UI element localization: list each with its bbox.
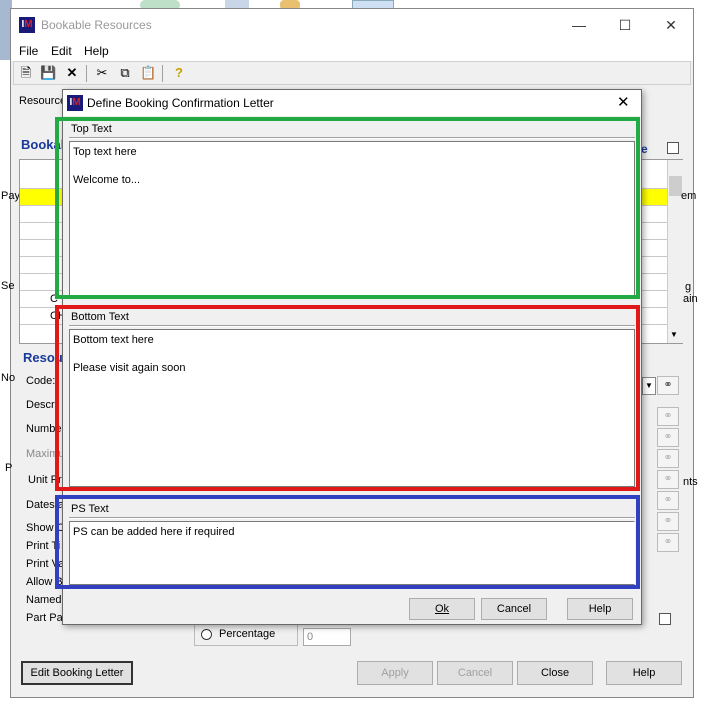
delete-icon[interactable]: ✕ [64, 65, 80, 81]
menu-edit[interactable]: Edit [51, 44, 72, 58]
lookup-glasses-icon[interactable]: ⚭ [657, 449, 679, 468]
right-label: g [685, 281, 692, 293]
bottom-text-header: Bottom Text [71, 311, 129, 323]
dialog-title-bar: IM Define Booking Confirmation Letter ✕ [63, 90, 641, 116]
cut-icon[interactable]: ✂ [94, 65, 110, 81]
top-text-header: Top Text [71, 123, 112, 135]
section-divider [69, 325, 635, 327]
bottom-text-area[interactable]: Bottom text here Please visit again soon [69, 329, 635, 487]
bookable-header: Bookal [21, 137, 65, 152]
menu-help[interactable]: Help [84, 44, 109, 58]
define-booking-letter-dialog: IM Define Booking Confirmation Letter ✕ … [62, 89, 642, 625]
right-label: ain [683, 293, 698, 305]
lookup-glasses-icon[interactable]: ⚭ [657, 512, 679, 531]
radio-circle[interactable] [201, 629, 212, 640]
lookup-glasses-icon[interactable]: ⚭ [657, 376, 679, 395]
left-label: Se [1, 280, 15, 292]
right-label: em [681, 190, 697, 202]
option-checkbox[interactable] [659, 613, 671, 625]
apply-button[interactable]: Apply [357, 661, 433, 685]
percentage-radio[interactable]: Percentage [194, 622, 298, 646]
code-dropdown-arrow[interactable]: ▼ [642, 377, 656, 395]
percentage-label: Percentage [219, 628, 276, 640]
menu-bar: File Edit Help [11, 41, 693, 61]
field-label: Number [26, 423, 66, 435]
toolbar-separator [86, 65, 87, 82]
copy-icon[interactable]: ⧉ [117, 65, 133, 81]
edit-booking-letter-button[interactable]: Edit Booking Letter [21, 661, 133, 685]
app-logo-icon: IM [19, 17, 35, 33]
right-label: e [641, 142, 648, 156]
close-icon[interactable]: ✕ [661, 15, 681, 35]
menu-file[interactable]: File [19, 44, 38, 58]
left-label: P [5, 462, 13, 474]
section-divider [69, 137, 635, 139]
ps-text-area[interactable]: PS can be added here if required [69, 521, 635, 585]
resource-label: Resource [19, 95, 67, 107]
new-file-icon[interactable]: 🗎 [18, 65, 34, 81]
field-label: Print Ti [26, 540, 61, 552]
toolbar-separator [162, 65, 163, 82]
toolbar: 🗎 💾 ✕ ✂ ⧉ 📋 ? [13, 61, 691, 85]
left-label: No [1, 372, 16, 384]
grid-cell: C [50, 293, 58, 305]
minimize-icon[interactable]: — [569, 15, 589, 35]
field-label: Unit Pri [28, 474, 65, 486]
field-label: Print Va [26, 558, 65, 570]
field-label: Show C [26, 522, 65, 534]
help-button[interactable]: Help [606, 661, 682, 685]
dialog-title: Define Booking Confirmation Letter [87, 96, 274, 110]
field-label: Dates a [26, 499, 64, 511]
lookup-glasses-icon[interactable]: ⚭ [657, 533, 679, 552]
field-label: Allow B [26, 576, 63, 588]
save-icon[interactable]: 💾 [40, 65, 56, 81]
dialog-cancel-button[interactable]: Cancel [481, 598, 547, 620]
help-icon[interactable]: ? [171, 65, 187, 81]
ok-button[interactable]: Ok [409, 598, 475, 620]
percentage-input[interactable]: 0 [303, 628, 351, 646]
field-label: Named [26, 594, 62, 606]
grid-checkbox[interactable] [667, 142, 679, 154]
paste-icon[interactable]: 📋 [140, 65, 156, 81]
lookup-glasses-icon[interactable]: ⚭ [657, 407, 679, 426]
cancel-button[interactable]: Cancel [437, 661, 513, 685]
ps-text-header: PS Text [71, 503, 109, 515]
app-logo-icon: IM [67, 95, 83, 111]
close-button[interactable]: Close [517, 661, 593, 685]
scroll-down-icon[interactable]: ▼ [670, 330, 678, 339]
dialog-close-icon[interactable]: ✕ [617, 93, 630, 111]
lookup-glasses-icon[interactable]: ⚭ [657, 470, 679, 489]
lookup-glasses-icon[interactable]: ⚭ [657, 491, 679, 510]
section-divider [69, 517, 635, 519]
right-label: nts [683, 476, 698, 488]
field-label: Maximu [26, 448, 65, 460]
dialog-help-button[interactable]: Help [567, 598, 633, 620]
lookup-glasses-icon[interactable]: ⚭ [657, 428, 679, 447]
field-label: Descri [26, 399, 58, 411]
left-label: Pay [1, 190, 20, 202]
vertical-scrollbar[interactable]: ▼ [667, 160, 683, 343]
resource-header: Resou [23, 350, 63, 365]
maximize-icon[interactable]: ☐ [615, 15, 635, 35]
title-bar: IM Bookable Resources — ☐ ✕ [11, 9, 693, 41]
top-text-area[interactable]: Top text here Welcome to... [69, 141, 635, 297]
field-label: Code: [26, 375, 56, 387]
window-title: Bookable Resources [41, 18, 152, 32]
